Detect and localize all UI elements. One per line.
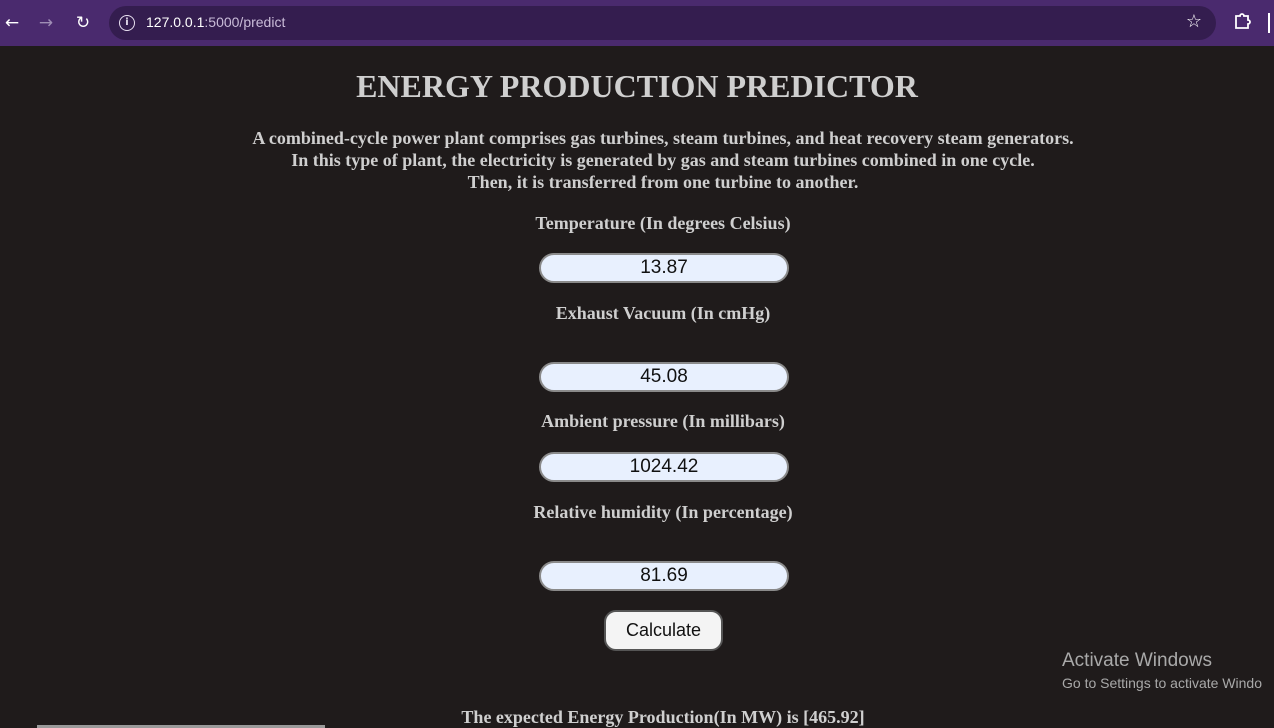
intro-line: A combined-cycle power plant comprises g… [252, 128, 1074, 148]
info-icon[interactable]: i [119, 15, 135, 31]
temperature-label: Temperature (In degrees Celsius) [535, 213, 791, 233]
intro-line: In this type of plant, the electricity i… [291, 150, 1035, 170]
watermark-subtitle: Go to Settings to activate Windo [1062, 675, 1262, 691]
reload-icon: ↻ [75, 13, 91, 33]
intro-paragraph: A combined-cycle power plant comprises g… [0, 127, 1274, 193]
arrow-right-icon: → [38, 13, 54, 33]
star-icon: ☆ [1185, 11, 1202, 32]
page-title: ENERGY PRODUCTION PREDICTOR [356, 68, 918, 104]
url-host: 127.0.0.1 [146, 14, 205, 30]
relative-humidity-label: Relative humidity (In percentage) [533, 502, 793, 522]
exhaust-vacuum-label: Exhaust Vacuum (In cmHg) [555, 303, 771, 323]
forward-button[interactable]: → [34, 11, 58, 35]
ambient-pressure-input[interactable] [539, 452, 789, 482]
exhaust-vacuum-input[interactable] [539, 362, 789, 392]
ambient-pressure-label: Ambient pressure (In millibars) [541, 411, 785, 431]
puzzle-icon [1235, 13, 1251, 29]
url-text[interactable]: 127.0.0.1:5000/predict [146, 14, 285, 30]
temperature-input[interactable] [539, 253, 789, 283]
address-bar[interactable]: i 127.0.0.1:5000/predict ☆ [109, 6, 1216, 40]
reload-button[interactable]: ↻ [71, 11, 95, 35]
back-button[interactable]: ← [0, 11, 24, 35]
activate-windows-watermark: Activate Windows Go to Settings to activ… [1062, 650, 1262, 693]
browser-toolbar: ← → ↻ i 127.0.0.1:5000/predict ☆ [0, 0, 1274, 46]
calculate-button[interactable]: Calculate [604, 610, 723, 651]
toolbar-edge-divider [1268, 13, 1270, 33]
intro-line: Then, it is transferred from one turbine… [467, 172, 859, 192]
bookmark-button[interactable]: ☆ [1186, 11, 1202, 32]
relative-humidity-input[interactable] [539, 561, 789, 591]
url-path: :5000/predict [204, 14, 286, 30]
watermark-title: Activate Windows [1062, 650, 1212, 671]
extensions-button[interactable] [1233, 10, 1255, 34]
arrow-left-icon: ← [4, 13, 20, 33]
